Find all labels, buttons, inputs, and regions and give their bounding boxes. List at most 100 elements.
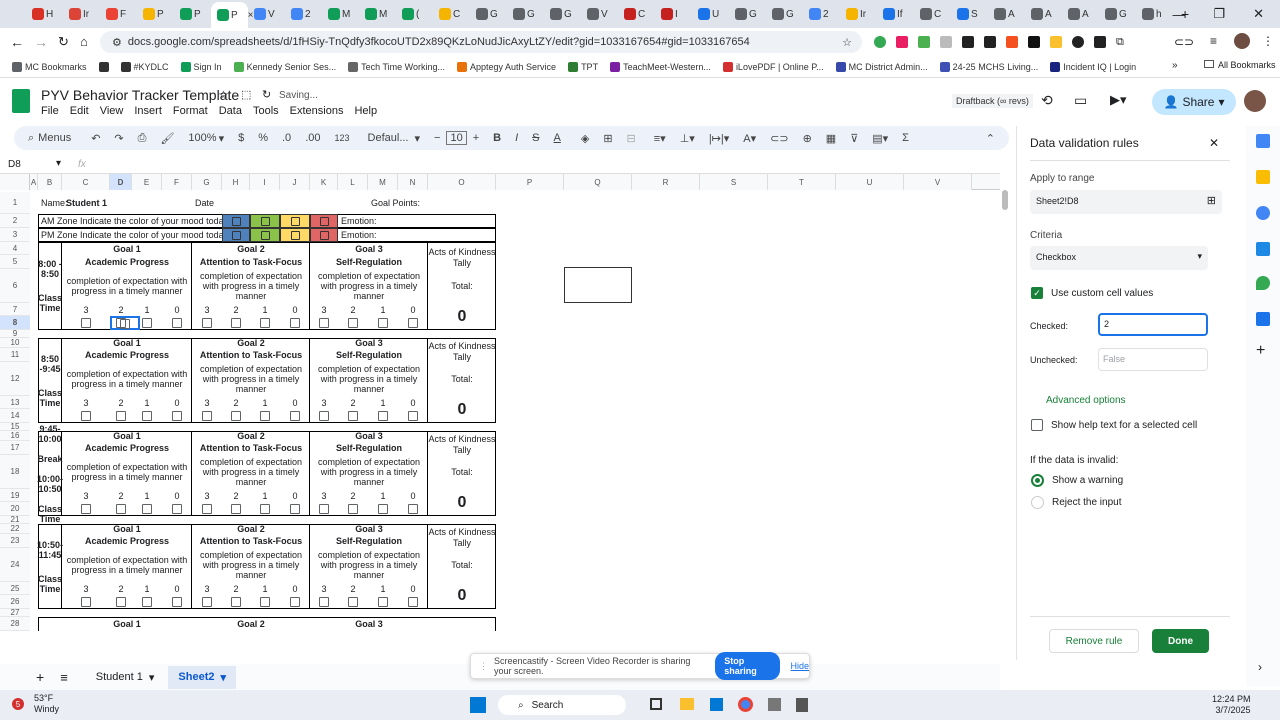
minimize-icon[interactable]: — (1172, 7, 1185, 22)
column-header[interactable]: M (368, 174, 398, 190)
contacts-icon[interactable] (1256, 242, 1270, 256)
score-checkbox[interactable] (290, 504, 300, 514)
mood-checkbox[interactable] (260, 216, 270, 226)
browser-tab[interactable]: A (1062, 3, 1099, 25)
checkbox-cell[interactable] (338, 502, 368, 516)
checkbox-cell[interactable] (338, 409, 368, 423)
browser-tab[interactable]: S (951, 3, 988, 25)
bookmark-item[interactable]: #KYDLC (120, 61, 169, 72)
checkbox-cell[interactable] (222, 409, 250, 423)
score-checkbox[interactable] (172, 597, 182, 607)
taskbar-search[interactable]: ⌕ Search (498, 695, 626, 715)
browser-tab[interactable]: P × (211, 2, 254, 28)
mood-checkbox[interactable] (231, 216, 241, 226)
score-checkbox[interactable] (290, 597, 300, 607)
checkbox-cell[interactable] (192, 502, 222, 516)
browser-tab[interactable]: M (359, 3, 396, 25)
mood-swatch[interactable] (280, 214, 310, 228)
row-header[interactable]: 16 (0, 431, 30, 441)
weather-widget[interactable]: 5 (8, 694, 28, 714)
extension-icon[interactable] (1072, 36, 1084, 48)
score-checkbox[interactable] (81, 597, 91, 607)
row-header[interactable]: 4 (0, 242, 30, 255)
forward-icon[interactable]: → (34, 34, 48, 50)
checkbox-cell[interactable] (62, 595, 110, 609)
browser-tab[interactable]: V (581, 3, 618, 25)
checkbox-cell[interactable] (162, 595, 192, 609)
browser-tab[interactable]: G (766, 3, 803, 25)
close-icon[interactable]: ✕ (1209, 136, 1219, 150)
score-checkbox[interactable] (142, 318, 152, 328)
checkbox-cell[interactable] (132, 595, 162, 609)
checkbox-cell[interactable] (280, 502, 310, 516)
score-checkbox[interactable] (81, 411, 91, 421)
insert-chart-icon[interactable]: ▦ (826, 132, 836, 145)
checkbox-cell[interactable] (250, 409, 280, 423)
browser-tab[interactable]: G (544, 3, 581, 25)
score-checkbox[interactable] (172, 318, 182, 328)
hide-banner-link[interactable]: Hide (790, 661, 809, 671)
add-sheet-icon[interactable]: + (36, 669, 44, 685)
row-header[interactable]: 20 (0, 502, 30, 516)
checkbox-cell[interactable] (62, 409, 110, 423)
column-header[interactable]: T (768, 174, 836, 190)
row-header[interactable]: 18 (0, 455, 30, 489)
bookmark-item[interactable]: Kennedy Senior Ses... (233, 61, 336, 72)
checkbox-cell[interactable] (310, 316, 338, 330)
browser-tab[interactable]: G (1099, 3, 1136, 25)
filter-icon[interactable]: ⊽ (850, 132, 858, 145)
row-header[interactable]: 5 (0, 255, 30, 269)
calendar-icon[interactable] (1256, 134, 1270, 148)
reading-list-icon[interactable]: ≡ (1210, 34, 1217, 48)
fill-color-icon[interactable]: ◈ (581, 132, 589, 145)
score-checkbox[interactable] (120, 319, 130, 329)
keep-icon[interactable] (1256, 170, 1270, 184)
browser-tab[interactable]: U (692, 3, 729, 25)
row-header[interactable]: 7 (0, 303, 30, 316)
column-header[interactable]: H (222, 174, 250, 190)
browser-tab[interactable]: M (322, 3, 359, 25)
row-header[interactable]: 13 (0, 396, 30, 409)
bookmark-item[interactable]: Apptegy Auth Service (457, 61, 556, 72)
menu-item[interactable]: Data (219, 105, 242, 117)
row-header[interactable]: 24 (0, 548, 30, 582)
all-bookmarks[interactable]: All Bookmarks (1204, 60, 1276, 70)
checkbox-cell[interactable] (222, 316, 250, 330)
menu-item[interactable]: Extensions (290, 105, 344, 117)
browser-tab[interactable]: F (100, 3, 137, 25)
checkbox-cell[interactable] (132, 409, 162, 423)
align-icon[interactable]: ≡▾ (654, 132, 666, 145)
column-header[interactable]: S (700, 174, 768, 190)
rotate-icon[interactable]: A▾ (743, 132, 756, 145)
range-input[interactable]: Sheet2!D8 ⊞ (1030, 190, 1222, 214)
drag-handle-icon[interactable]: ⋮ (479, 661, 488, 672)
file-explorer-icon[interactable] (680, 698, 694, 710)
checkbox-cell[interactable] (310, 502, 338, 516)
browser-tab[interactable]: Ir (840, 3, 877, 25)
menu-item[interactable]: File (41, 105, 59, 117)
score-checkbox[interactable] (378, 411, 388, 421)
mood-swatch[interactable] (310, 228, 338, 242)
windows-start-icon[interactable] (470, 697, 486, 713)
checkbox-cell[interactable] (62, 316, 110, 330)
score-checkbox[interactable] (231, 504, 241, 514)
menu-item[interactable]: Tools (253, 105, 279, 117)
score-checkbox[interactable] (319, 504, 329, 514)
home-icon[interactable]: ⌂ (80, 34, 88, 49)
empty-bordered-cell[interactable] (564, 267, 632, 303)
browser-tab[interactable]: 2 (803, 3, 840, 25)
currency-button[interactable]: $ (238, 132, 244, 144)
score-checkbox[interactable] (408, 318, 418, 328)
row-header[interactable]: 11 (0, 348, 30, 362)
column-header[interactable]: G (192, 174, 222, 190)
row-header[interactable]: 15 (0, 422, 30, 431)
wrap-icon[interactable]: |↦|▾ (709, 132, 729, 145)
checkbox-cell[interactable] (398, 595, 428, 609)
column-header[interactable]: A (30, 174, 38, 190)
row-header[interactable]: 25 (0, 582, 30, 595)
score-checkbox[interactable] (378, 318, 388, 328)
browser-tab[interactable]: If (877, 3, 914, 25)
row-header[interactable]: 26 (0, 595, 30, 609)
back-icon[interactable]: ← (10, 34, 24, 50)
help-text-checkbox[interactable] (1031, 419, 1043, 431)
